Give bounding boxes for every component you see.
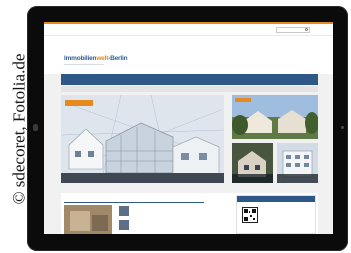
hero-illustration [61, 95, 224, 183]
hero-article-image[interactable] [61, 95, 224, 183]
logo-text-2: welt [96, 55, 109, 62]
top-accent-line [44, 22, 333, 24]
site-logo[interactable]: Immobilienwelt-Berlin [64, 55, 128, 62]
qr-code-pattern [244, 209, 256, 221]
side-article-1[interactable] [232, 95, 318, 139]
photo: © sdecoret, Fotolia.de Immobilienwelt-Be… [0, 0, 351, 253]
article-image-illustration [64, 205, 112, 234]
tablet-home-button [33, 124, 38, 131]
article-image[interactable] [64, 205, 112, 234]
main-navigation[interactable] [61, 74, 318, 85]
tablet-screen: Immobilienwelt-Berlin [44, 22, 333, 234]
logo-text-1: Immobilien [64, 55, 97, 62]
sidebar-widget [236, 195, 316, 234]
logo-divider [64, 64, 104, 65]
sidebar-widget-title [237, 196, 315, 202]
side-article-2[interactable] [232, 143, 273, 183]
news-thumbnail-1[interactable] [119, 206, 129, 216]
content-section [61, 193, 318, 234]
top-bar [44, 22, 333, 36]
side-article-2-caption [232, 174, 273, 183]
tablet-camera [341, 126, 344, 129]
hero-category-badge[interactable] [65, 100, 93, 106]
logo-text-3: -Berlin [108, 55, 128, 62]
hero-headline-overlay[interactable] [61, 173, 224, 183]
side-article-3-caption [277, 174, 318, 183]
search-icon[interactable] [305, 28, 308, 31]
sub-navigation-strip [61, 86, 318, 92]
section-divider [64, 202, 204, 203]
side-article-3[interactable] [277, 143, 318, 183]
news-thumbnail-2[interactable] [119, 220, 129, 230]
site-header: Immobilienwelt-Berlin [44, 36, 333, 74]
qr-code[interactable] [242, 207, 258, 223]
search-input[interactable] [276, 27, 310, 33]
side-article-1-badge [235, 98, 251, 102]
